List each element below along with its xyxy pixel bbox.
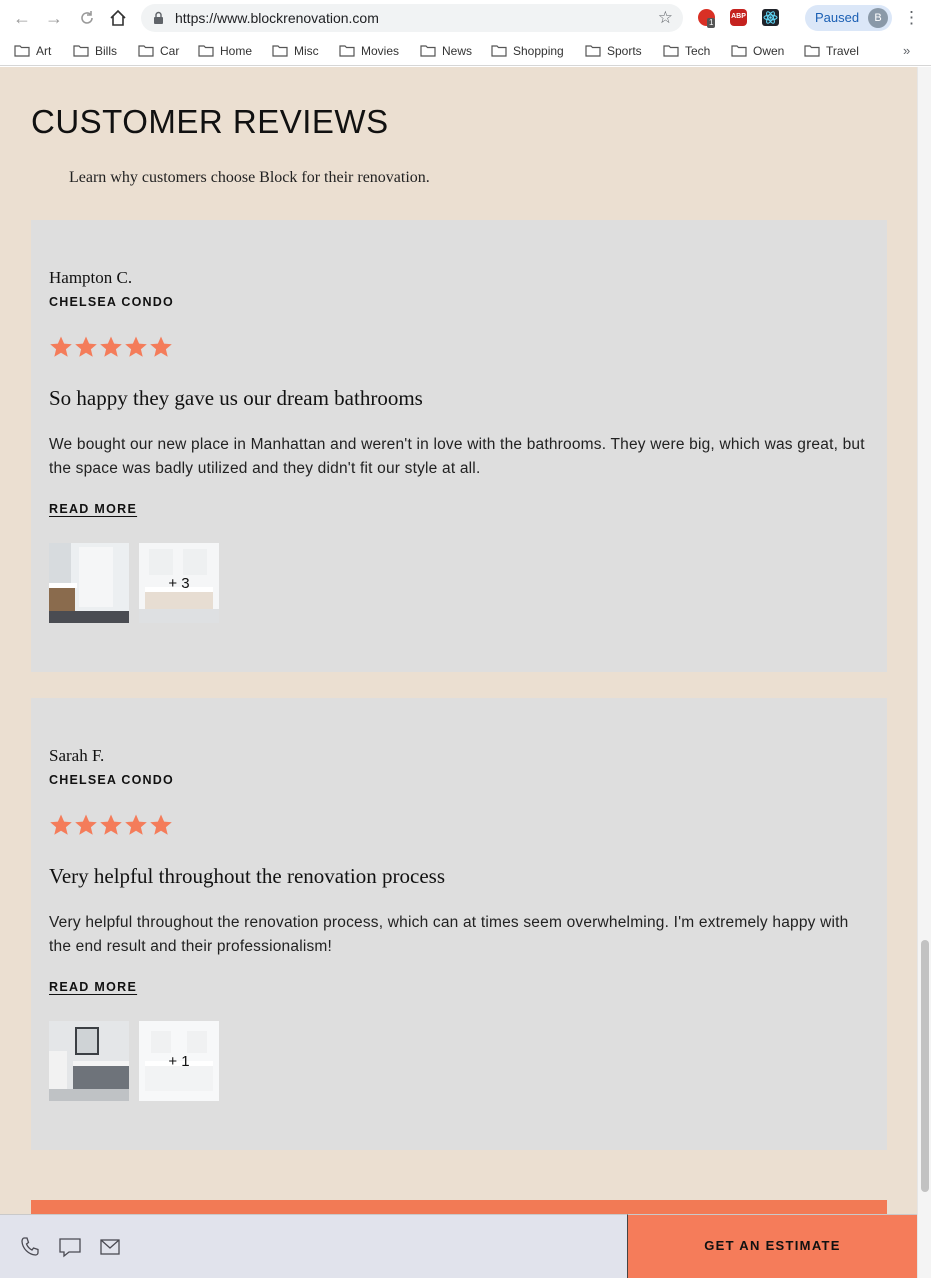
star-icon xyxy=(75,336,97,357)
review-photo[interactable] xyxy=(49,543,129,623)
review-photo-more[interactable]: + 3 xyxy=(139,543,219,623)
bookmark-tech[interactable]: Tech xyxy=(663,42,710,60)
bookmark-sports[interactable]: Sports xyxy=(585,42,642,60)
section-subtitle: Learn why customers choose Block for the… xyxy=(69,169,430,186)
folder-icon xyxy=(198,45,214,57)
bookmark-misc[interactable]: Misc xyxy=(272,42,319,60)
star-icon xyxy=(100,814,122,835)
bookmark-label: Misc xyxy=(294,44,319,58)
bookmark-home[interactable]: Home xyxy=(198,42,252,60)
page-scrollbar[interactable] xyxy=(917,67,931,1278)
get-estimate-button[interactable]: GET AN ESTIMATE xyxy=(627,1214,917,1278)
phone-icon[interactable] xyxy=(18,1235,44,1259)
star-icon xyxy=(50,336,72,357)
chat-icon[interactable] xyxy=(57,1235,83,1259)
review-card: Hampton C. CHELSEA CONDO So happy they g… xyxy=(31,220,887,672)
bookmark-label: Bills xyxy=(95,44,118,58)
forward-icon[interactable]: → xyxy=(42,6,66,30)
bookmark-label: Travel xyxy=(826,44,859,58)
bookmark-label: Sports xyxy=(607,44,642,58)
reviewer-location: CHELSEA CONDO xyxy=(49,773,174,787)
profile-status: Paused xyxy=(815,10,860,25)
bookmark-label: Art xyxy=(36,44,52,58)
bookmark-label: Car xyxy=(160,44,180,58)
avatar: B xyxy=(868,8,888,28)
read-more-link[interactable]: READ MORE xyxy=(49,502,137,516)
review-body: Very helpful throughout the renovation p… xyxy=(49,914,849,955)
bookmark-star-icon[interactable]: ☆ xyxy=(658,8,673,28)
extension-red-icon[interactable]: 1 xyxy=(698,9,716,28)
bookmark-owen[interactable]: Owen xyxy=(731,42,784,60)
folder-icon xyxy=(663,45,679,57)
url-text: https://www.blockrenovation.com xyxy=(175,10,379,26)
folder-icon xyxy=(491,45,507,57)
star-rating xyxy=(49,813,173,839)
scrollbar-thumb[interactable] xyxy=(921,940,929,1192)
bookmark-bills[interactable]: Bills xyxy=(73,42,117,60)
bookmark-travel[interactable]: Travel xyxy=(804,42,859,60)
reload-icon[interactable] xyxy=(75,6,99,30)
cta-banner-edge xyxy=(31,1200,887,1214)
bookmark-label: Shopping xyxy=(513,44,564,58)
review-card: Sarah F. CHELSEA CONDO Very helpful thro… xyxy=(31,698,887,1150)
bookmarks-overflow-icon[interactable]: » xyxy=(903,43,910,58)
bookmark-label: Movies xyxy=(361,44,400,58)
react-devtools-icon[interactable] xyxy=(762,9,779,26)
star-icon xyxy=(75,814,97,835)
bookmark-car[interactable]: Car xyxy=(138,42,179,60)
folder-icon xyxy=(804,45,820,57)
star-rating xyxy=(49,335,173,361)
section-title: CUSTOMER REVIEWS xyxy=(31,103,389,140)
review-photo[interactable] xyxy=(49,1021,129,1101)
reviewer-name: Hampton C. xyxy=(49,268,133,287)
review-body: We bought our new place in Manhattan and… xyxy=(49,436,865,477)
bookmark-movies[interactable]: Movies xyxy=(339,42,399,60)
adblock-label: ABP xyxy=(731,13,746,20)
star-icon xyxy=(125,814,147,835)
bookmarks-bar: Art Bills Car Home Misc Movies News Shop… xyxy=(0,36,931,66)
folder-icon xyxy=(272,45,288,57)
read-more-link[interactable]: READ MORE xyxy=(49,980,137,994)
folder-icon xyxy=(73,45,89,57)
browser-toolbar: ← → https://www.blockrenovation.com ☆ 1 … xyxy=(0,0,931,36)
bookmark-news[interactable]: News xyxy=(420,42,472,60)
page-viewport: CUSTOMER REVIEWS Learn why customers cho… xyxy=(0,67,917,1214)
folder-icon xyxy=(14,45,30,57)
reviewer-name: Sarah F. xyxy=(49,746,105,765)
more-photos-count: + 1 xyxy=(139,1021,219,1101)
address-bar[interactable]: https://www.blockrenovation.com ☆ xyxy=(141,4,683,32)
folder-icon xyxy=(731,45,747,57)
bookmark-label: Home xyxy=(220,44,253,58)
bookmark-label: News xyxy=(442,44,473,58)
folder-icon xyxy=(420,45,436,57)
adblock-icon[interactable]: ABP xyxy=(730,9,747,26)
get-estimate-label: GET AN ESTIMATE xyxy=(704,1238,841,1253)
reviewer-location: CHELSEA CONDO xyxy=(49,295,174,309)
home-icon[interactable] xyxy=(106,6,130,30)
review-photo-more[interactable]: + 1 xyxy=(139,1021,219,1101)
folder-icon xyxy=(585,45,601,57)
menu-kebab-icon[interactable]: ⋮ xyxy=(903,8,920,28)
review-headline: So happy they gave us our dream bathroom… xyxy=(49,386,423,410)
star-icon xyxy=(100,336,122,357)
back-icon[interactable]: ← xyxy=(10,6,34,30)
mail-icon[interactable] xyxy=(98,1235,124,1259)
bookmark-label: Owen xyxy=(753,44,785,58)
profile-button[interactable]: Paused B xyxy=(805,5,892,31)
more-photos-count: + 3 xyxy=(139,543,219,623)
bookmark-art[interactable]: Art xyxy=(14,42,51,60)
review-headline: Very helpful throughout the renovation p… xyxy=(49,864,445,888)
star-icon xyxy=(150,336,172,357)
folder-icon xyxy=(138,45,154,57)
star-icon xyxy=(125,336,147,357)
star-icon xyxy=(50,814,72,835)
lock-icon xyxy=(154,11,163,24)
bookmark-shopping[interactable]: Shopping xyxy=(491,42,564,60)
bookmark-label: Tech xyxy=(685,44,711,58)
star-icon xyxy=(150,814,172,835)
folder-icon xyxy=(339,45,355,57)
extension-badge: 1 xyxy=(707,18,716,28)
